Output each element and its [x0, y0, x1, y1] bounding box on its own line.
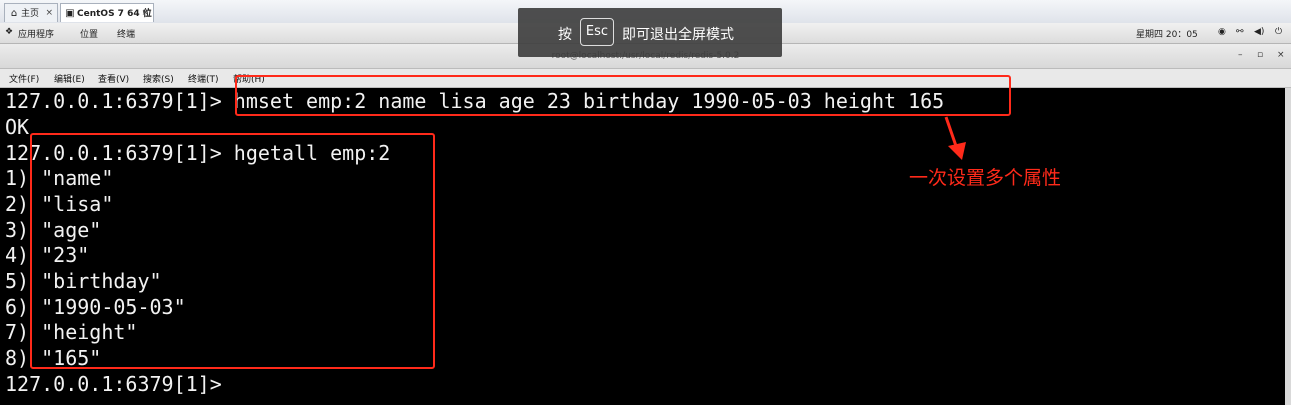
annotation-arrow	[944, 116, 966, 160]
annotation-note: 一次设置多个属性	[909, 167, 1062, 189]
